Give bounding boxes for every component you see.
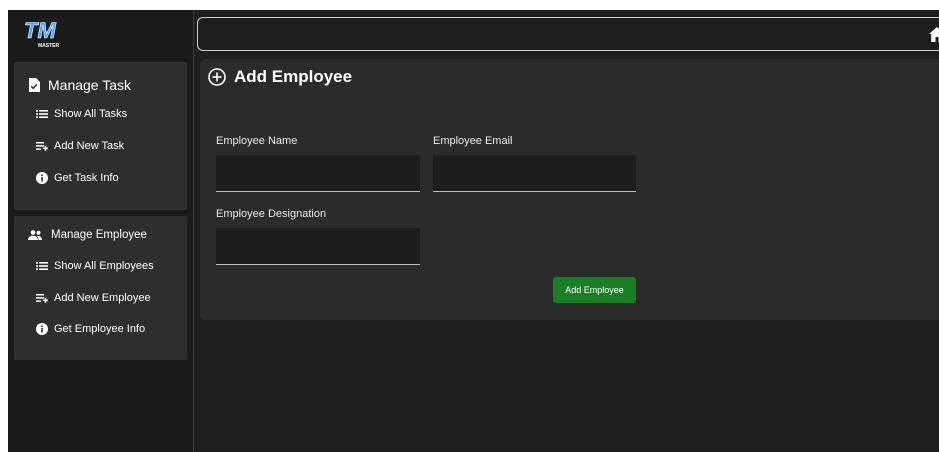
- add-employee-button[interactable]: Add Employee: [553, 277, 636, 303]
- list-icon: [36, 109, 48, 119]
- sidebar-item-label: Get Employee Info: [54, 323, 146, 335]
- app-window: TM MASTER Manage Task Show All Tasks Add…: [8, 10, 939, 452]
- employee-email-input[interactable]: [433, 155, 636, 192]
- manage-task-title: Manage Task: [48, 77, 132, 93]
- manage-employee-section: Manage Employee Show All Employees Add N…: [14, 216, 187, 360]
- sidebar-item-get-task-info[interactable]: Get Task Info: [36, 172, 119, 184]
- sidebar-item-label: Add New Employee: [54, 292, 151, 304]
- svg-text:MASTER: MASTER: [38, 43, 60, 49]
- manage-task-section: Manage Task Show All Tasks Add New Task …: [14, 62, 187, 210]
- employee-designation-label: Employee Designation: [216, 208, 327, 220]
- info-icon: [36, 172, 48, 184]
- add-circle-icon: [208, 68, 226, 86]
- playlist-add-icon: [36, 293, 48, 303]
- list-icon: [36, 261, 48, 271]
- form-title: Add Employee: [208, 67, 352, 87]
- manage-task-header: Manage Task: [28, 77, 131, 93]
- task-document-icon: [28, 78, 40, 92]
- home-icon[interactable]: [929, 27, 939, 47]
- employee-designation-input[interactable]: [216, 228, 420, 265]
- svg-text:TM: TM: [24, 18, 56, 43]
- employee-email-label: Employee Email: [433, 135, 513, 147]
- info-icon: [36, 323, 48, 335]
- employee-name-label: Employee Name: [216, 135, 298, 147]
- manage-employee-title: Manage Employee: [51, 229, 147, 241]
- manage-employee-header: Manage Employee: [28, 229, 147, 241]
- sidebar: TM MASTER Manage Task Show All Tasks Add…: [8, 10, 194, 452]
- people-icon: [28, 230, 43, 240]
- sidebar-item-label: Show All Tasks: [54, 108, 128, 120]
- sidebar-item-label: Add New Task: [54, 140, 125, 152]
- employee-name-input[interactable]: [216, 155, 420, 192]
- sidebar-item-add-new-employee[interactable]: Add New Employee: [36, 292, 151, 304]
- sidebar-item-add-new-task[interactable]: Add New Task: [36, 140, 124, 152]
- playlist-add-icon: [36, 141, 48, 151]
- sidebar-item-show-all-tasks[interactable]: Show All Tasks: [36, 108, 127, 120]
- sidebar-item-get-employee-info[interactable]: Get Employee Info: [36, 323, 145, 335]
- sidebar-item-show-all-employees[interactable]: Show All Employees: [36, 260, 154, 272]
- form-title-text: Add Employee: [234, 67, 353, 86]
- sidebar-item-label: Show All Employees: [54, 260, 154, 272]
- sidebar-item-label: Get Task Info: [54, 172, 119, 184]
- add-employee-card: Add Employee Employee Name Employee Emai…: [200, 59, 939, 320]
- app-logo[interactable]: TM MASTER: [22, 16, 62, 56]
- top-bar: [197, 17, 939, 51]
